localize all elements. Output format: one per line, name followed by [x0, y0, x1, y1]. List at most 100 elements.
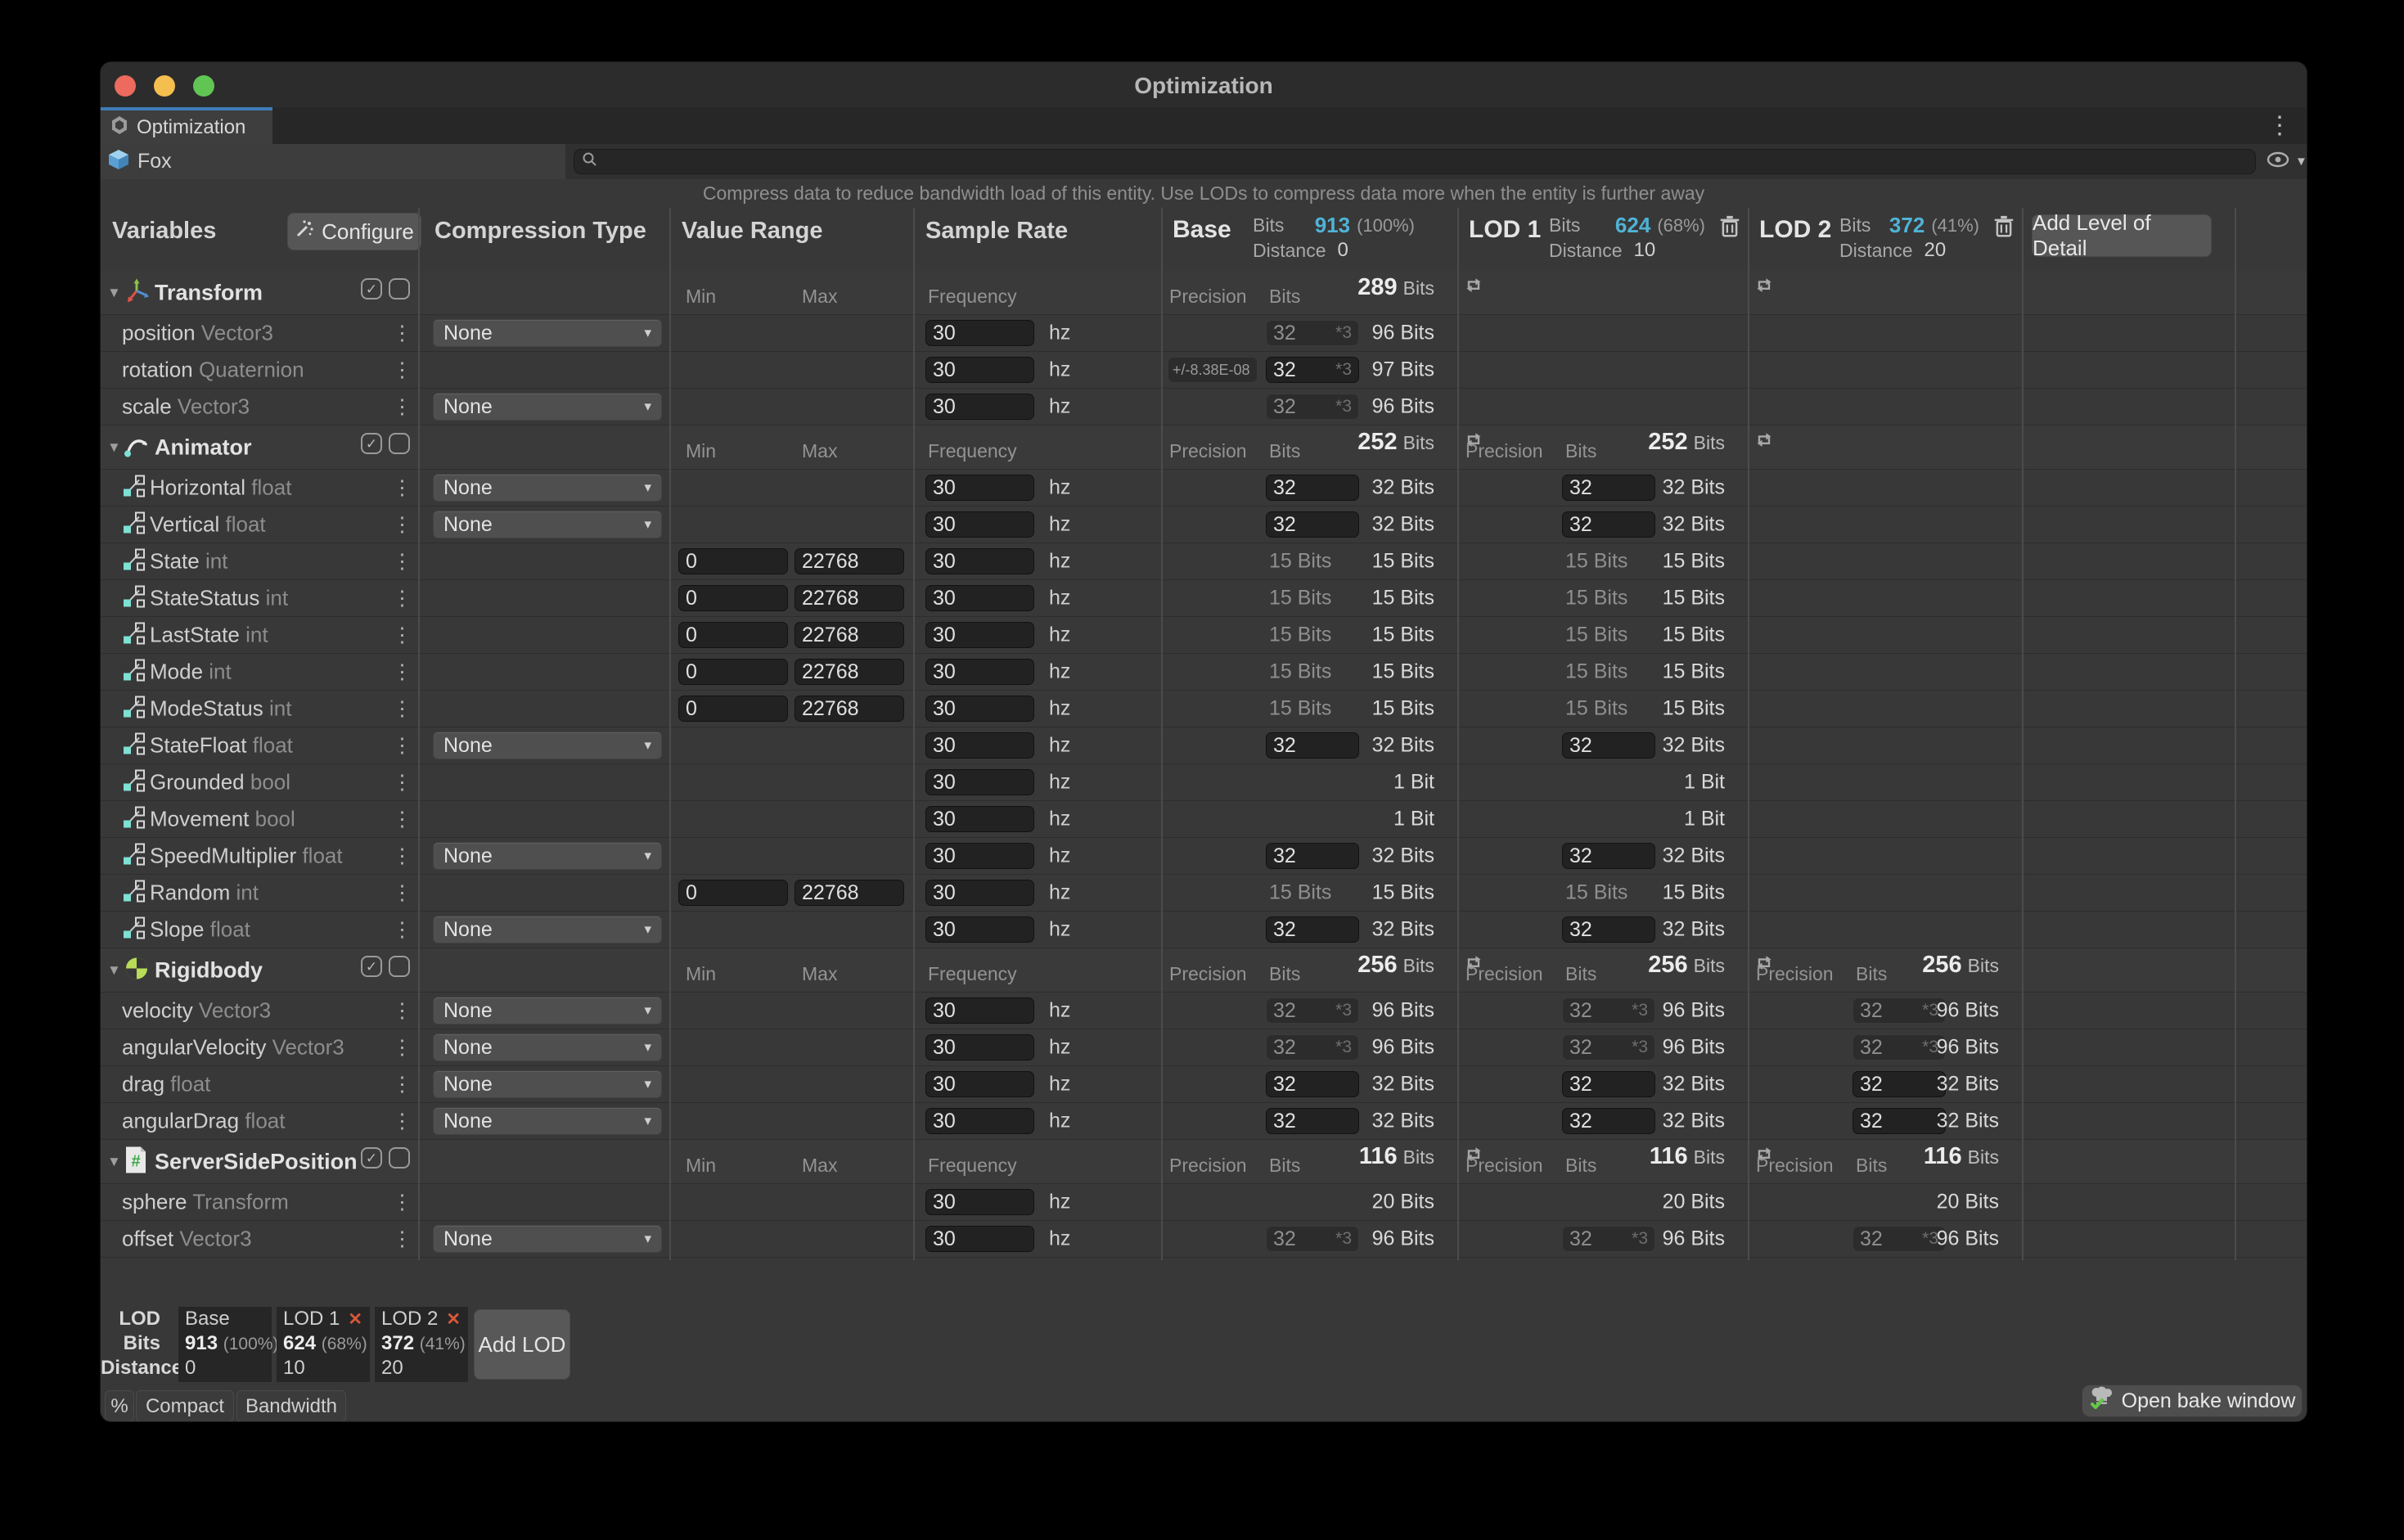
section-predict-toggle[interactable]: [389, 433, 410, 454]
frequency[interactable]: [925, 394, 1034, 420]
row-menu-icon[interactable]: ⋮: [392, 844, 412, 868]
bits-field[interactable]: *3: [1266, 997, 1359, 1024]
section-predict-toggle[interactable]: [389, 956, 410, 977]
bandwidth-toggle-button[interactable]: Bandwidth: [236, 1390, 346, 1422]
frequency-input[interactable]: [933, 1073, 1027, 1096]
bits-field[interactable]: *3: [1266, 1226, 1359, 1252]
bits-field[interactable]: [1266, 475, 1359, 501]
bits-field[interactable]: [1266, 732, 1359, 759]
row-menu-icon[interactable]: ⋮: [392, 998, 412, 1023]
range-max-input[interactable]: [802, 881, 897, 905]
bits-field[interactable]: *3: [1853, 1034, 1946, 1060]
frequency-input[interactable]: [933, 1227, 1027, 1251]
bits-field[interactable]: *3: [1266, 394, 1359, 420]
range-min[interactable]: [678, 880, 788, 906]
range-max[interactable]: [795, 696, 904, 722]
frequency[interactable]: [925, 1071, 1034, 1097]
bits-field[interactable]: [1562, 511, 1655, 538]
bits-field[interactable]: [1266, 916, 1359, 943]
entity-field[interactable]: Fox: [101, 144, 565, 179]
precision-field[interactable]: +/-8.38E-08: [1168, 357, 1258, 383]
row-menu-icon[interactable]: ⋮: [392, 807, 412, 831]
frequency-input[interactable]: [933, 881, 1027, 905]
frequency-input[interactable]: [933, 697, 1027, 721]
frequency[interactable]: [925, 732, 1034, 759]
frequency[interactable]: [925, 357, 1034, 383]
frequency[interactable]: [925, 997, 1034, 1024]
bits-field[interactable]: *3: [1266, 320, 1359, 346]
range-max-input[interactable]: [802, 624, 897, 647]
tab-optimization[interactable]: Optimization: [101, 107, 272, 144]
frequency[interactable]: [925, 585, 1034, 611]
bits-field-input[interactable]: [1273, 1036, 1332, 1060]
compression-dropdown[interactable]: None▾: [433, 842, 662, 870]
bits-field-input[interactable]: [1273, 1227, 1332, 1251]
row-menu-icon[interactable]: ⋮: [392, 880, 412, 905]
range-max-input[interactable]: [802, 697, 897, 721]
range-min[interactable]: [678, 696, 788, 722]
foldout-icon[interactable]: ▼: [107, 962, 121, 979]
range-min-input[interactable]: [686, 660, 781, 684]
section-sync-toggle[interactable]: ✓: [361, 278, 382, 299]
frequency[interactable]: [925, 622, 1034, 648]
bits-field-input[interactable]: [1273, 322, 1332, 345]
frequency-input[interactable]: [933, 999, 1027, 1023]
frequency[interactable]: [925, 806, 1034, 832]
bits-field-input[interactable]: [1860, 1227, 1919, 1251]
frequency-input[interactable]: [933, 844, 1027, 868]
bits-field[interactable]: *3: [1853, 1226, 1946, 1252]
row-menu-icon[interactable]: ⋮: [392, 696, 412, 721]
range-max[interactable]: [795, 548, 904, 574]
compression-dropdown[interactable]: None▾: [433, 997, 662, 1024]
frequency-input[interactable]: [933, 734, 1027, 758]
remove-lod-icon[interactable]: ✕: [348, 1310, 362, 1329]
trash-icon[interactable]: [1992, 214, 2015, 239]
frequency-input[interactable]: [933, 587, 1027, 610]
row-menu-icon[interactable]: ⋮: [392, 549, 412, 574]
section-sync-toggle[interactable]: ✓: [361, 433, 382, 454]
add-lod-button[interactable]: Add LOD: [474, 1309, 570, 1380]
row-menu-icon[interactable]: ⋮: [392, 358, 412, 382]
summary-distance[interactable]: 10: [283, 1356, 305, 1380]
range-min-input[interactable]: [686, 587, 781, 610]
row-menu-icon[interactable]: ⋮: [392, 733, 412, 758]
bits-field-input[interactable]: [1273, 358, 1332, 382]
row-menu-icon[interactable]: ⋮: [392, 475, 412, 500]
section-sync-toggle[interactable]: ✓: [361, 1147, 382, 1169]
compression-dropdown[interactable]: None▾: [433, 1225, 662, 1253]
range-min[interactable]: [678, 585, 788, 611]
row-menu-icon[interactable]: ⋮: [392, 321, 412, 345]
kebab-icon[interactable]: ⋮: [2267, 110, 2292, 142]
frequency[interactable]: [925, 511, 1034, 538]
frequency-input[interactable]: [933, 395, 1027, 419]
row-menu-icon[interactable]: ⋮: [392, 1035, 412, 1060]
bits-field[interactable]: *3: [1562, 1226, 1655, 1252]
summary-distance[interactable]: 0: [185, 1356, 196, 1380]
bits-field[interactable]: *3: [1266, 1034, 1359, 1060]
frequency-input[interactable]: [933, 322, 1027, 345]
row-menu-icon[interactable]: ⋮: [392, 660, 412, 684]
frequency[interactable]: [925, 696, 1034, 722]
bits-field-input[interactable]: [1860, 999, 1919, 1023]
title-bar[interactable]: Optimization: [101, 62, 2307, 107]
bits-field-input[interactable]: [1569, 918, 1648, 942]
row-menu-icon[interactable]: ⋮: [392, 586, 412, 610]
frequency-input[interactable]: [933, 1110, 1027, 1133]
bits-field[interactable]: [1562, 1108, 1655, 1134]
row-menu-icon[interactable]: ⋮: [392, 917, 412, 942]
foldout-icon[interactable]: ▼: [107, 1154, 121, 1170]
add-level-of-detail-button[interactable]: Add Level of Detail: [2032, 214, 2212, 257]
bits-field[interactable]: [1562, 475, 1655, 501]
bits-field-input[interactable]: [1569, 1227, 1628, 1251]
open-bake-window-button[interactable]: Open bake window: [2082, 1385, 2303, 1417]
range-max-input[interactable]: [802, 660, 897, 684]
percent-toggle-button[interactable]: %: [105, 1390, 134, 1422]
bits-field-input[interactable]: [1273, 1110, 1352, 1133]
frequency-input[interactable]: [933, 550, 1027, 574]
frequency[interactable]: [925, 659, 1034, 685]
section-predict-toggle[interactable]: [389, 278, 410, 299]
remove-lod-icon[interactable]: ✕: [446, 1310, 461, 1329]
frequency-input[interactable]: [933, 918, 1027, 942]
bits-field[interactable]: [1562, 732, 1655, 759]
row-menu-icon[interactable]: ⋮: [392, 1227, 412, 1251]
